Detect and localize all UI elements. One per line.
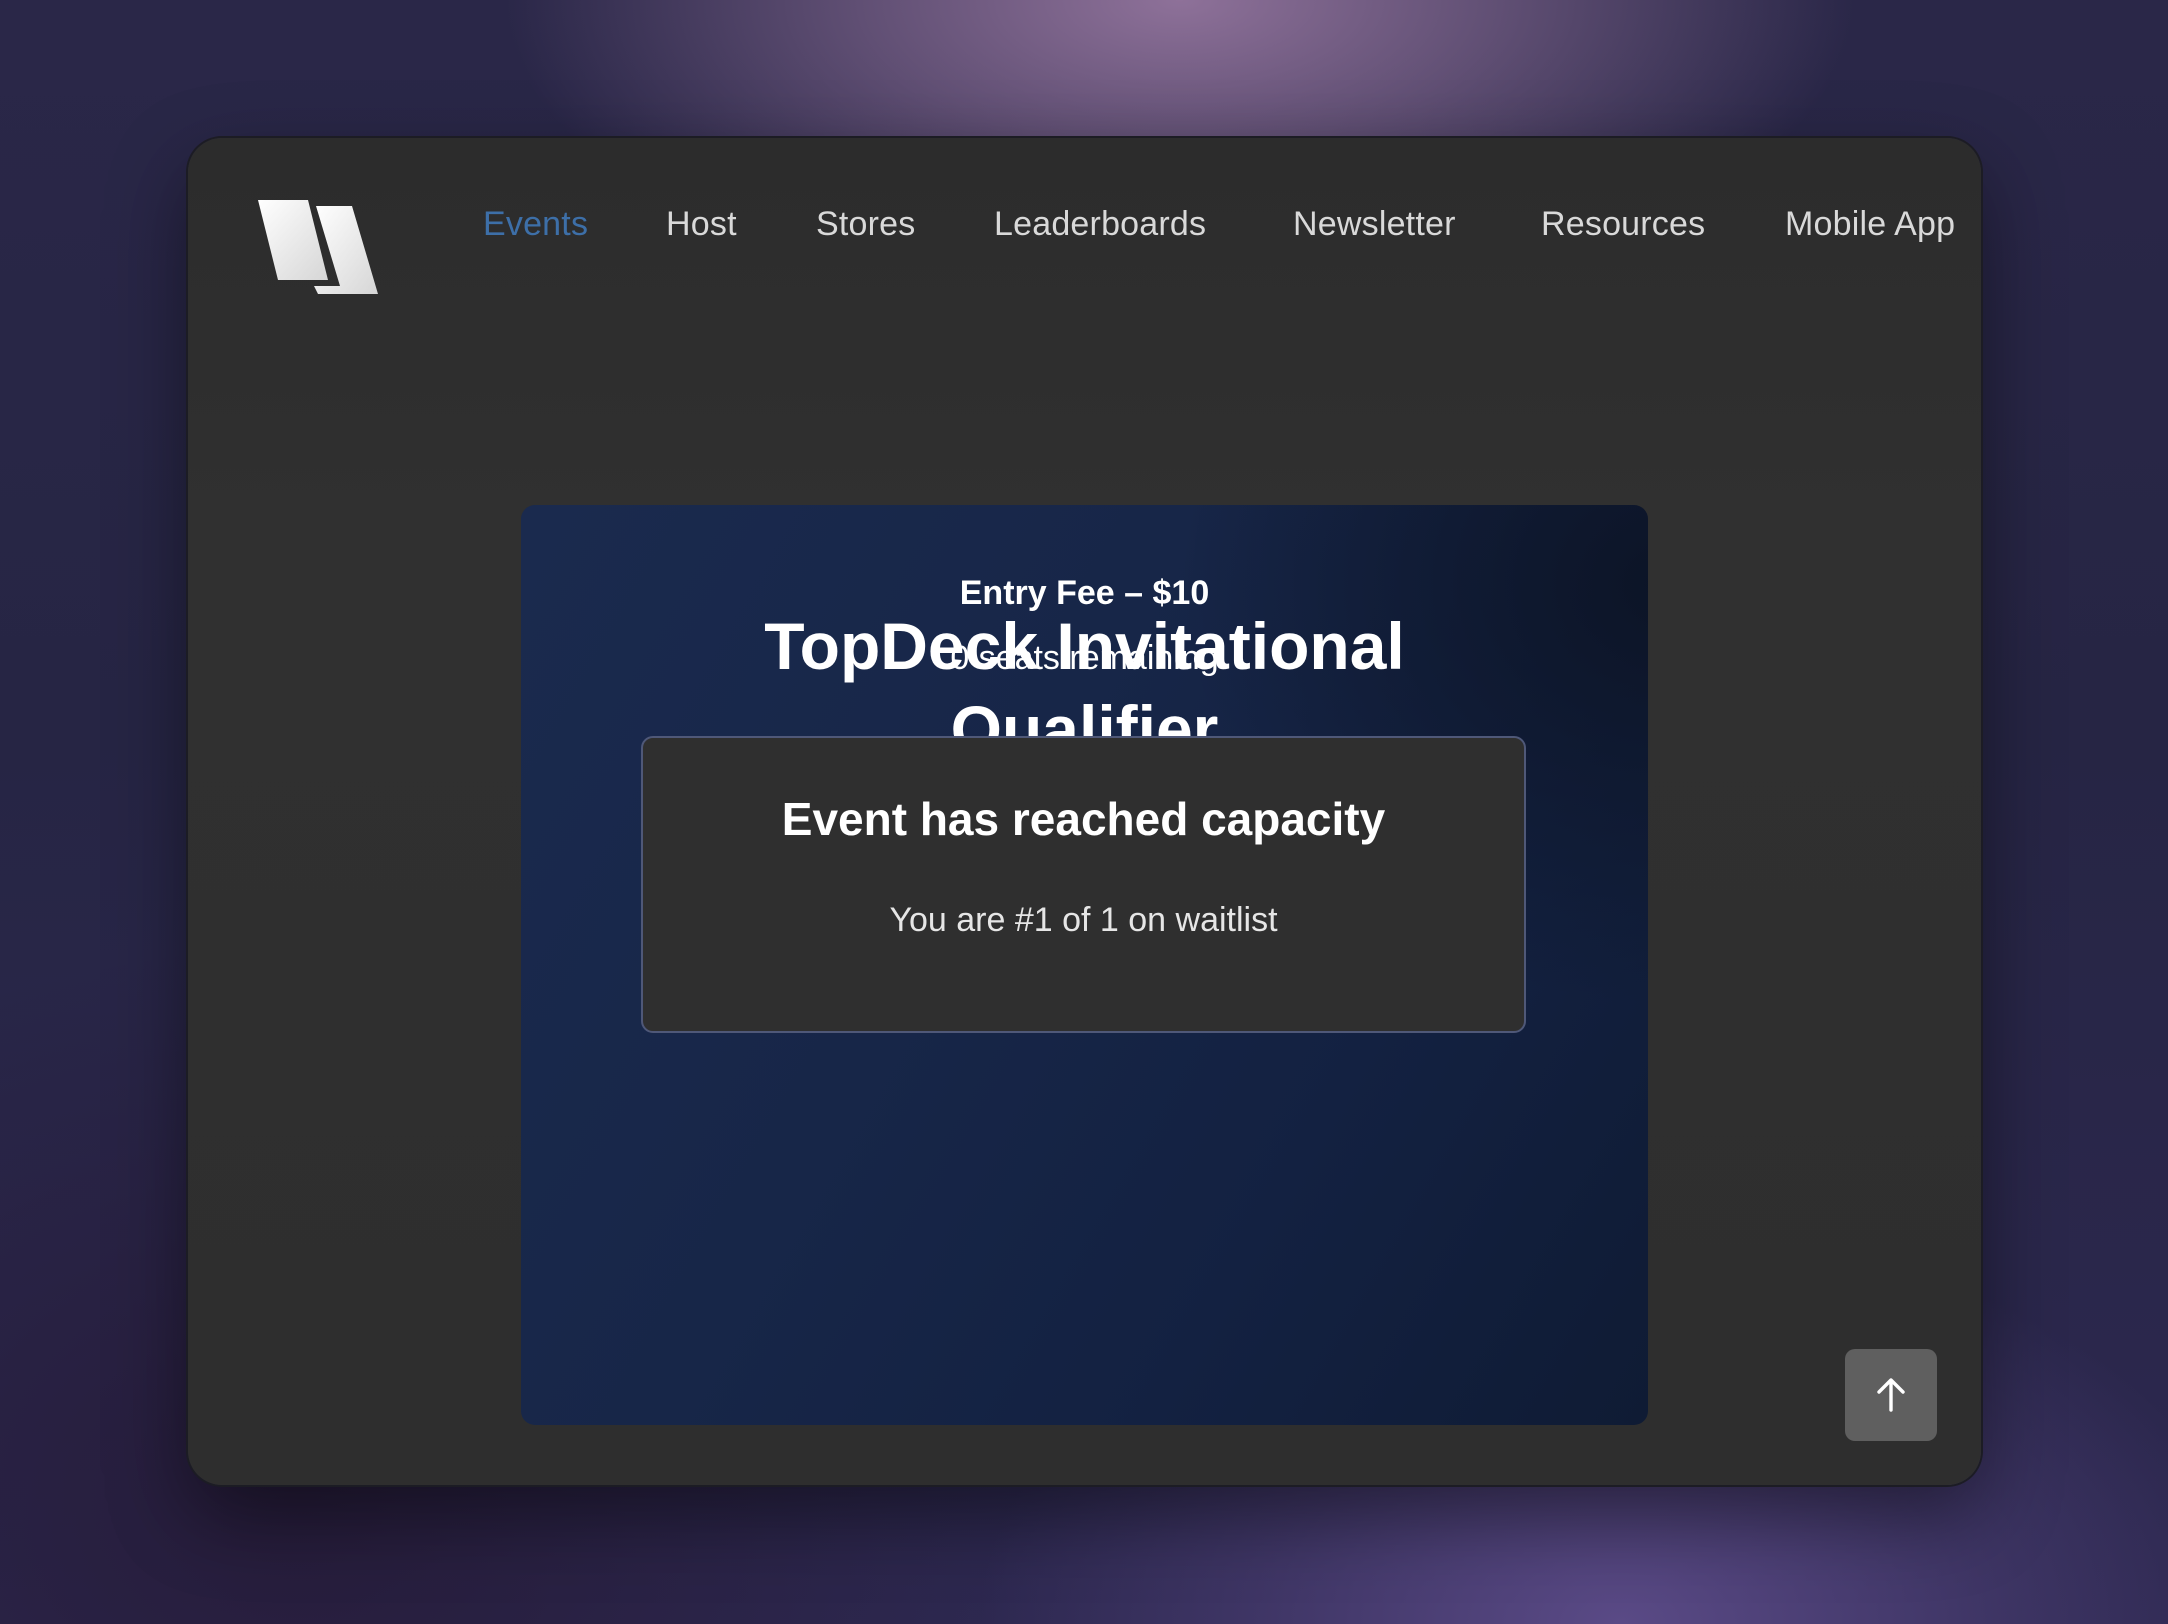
scroll-to-top-button[interactable] (1845, 1349, 1937, 1441)
seats-remaining: 0 seats remaining (950, 639, 1219, 677)
nav-item-host[interactable]: Host (666, 200, 737, 248)
nav-item-newsletter[interactable]: Newsletter (1293, 200, 1456, 248)
nav-item-events[interactable]: Events (483, 200, 588, 248)
nav-item-stores[interactable]: Stores (816, 200, 915, 248)
waitlist-position: You are #1 of 1 on waitlist (889, 901, 1278, 939)
nav-item-mobile-app[interactable]: Mobile App (1785, 200, 1955, 248)
brand-logo-icon[interactable] (256, 198, 381, 298)
arrow-up-icon (1877, 1378, 1905, 1412)
nav-item-resources[interactable]: Resources (1541, 200, 1705, 248)
nav-item-leaderboards[interactable]: Leaderboards (994, 200, 1206, 248)
capacity-notice: Event has reached capacity You are #1 of… (641, 736, 1526, 1033)
app-window: Events Host Stores Leaderboards Newslett… (188, 138, 1981, 1485)
top-navigation: Events Host Stores Leaderboards Newslett… (188, 138, 1981, 338)
capacity-title: Event has reached capacity (781, 793, 1386, 845)
entry-fee: Entry Fee – $10 (959, 574, 1210, 612)
event-card: TopDeck Invitational Qualifier Entry Fee… (521, 505, 1648, 1425)
